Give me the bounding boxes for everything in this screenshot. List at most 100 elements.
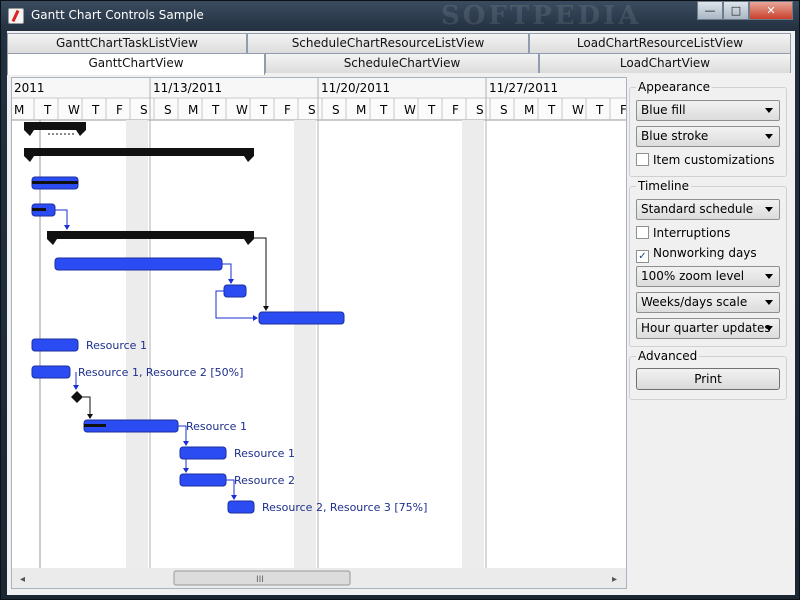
day-label: T	[259, 103, 268, 117]
day-label: M	[356, 103, 366, 117]
week-label: 11/20/2011	[321, 81, 390, 95]
day-label: S	[476, 103, 484, 117]
appearance-title: Appearance	[636, 80, 713, 94]
updates-select-value: Hour quarter updates	[641, 321, 771, 335]
scroll-right-button[interactable]: ▸	[612, 574, 617, 585]
resource-label: Resource 1	[86, 339, 147, 352]
schedule-select-value: Standard schedule	[641, 202, 754, 216]
item-customizations-checkbox[interactable]: Item customizations	[636, 153, 775, 167]
day-label: W	[572, 103, 584, 117]
day-label: T	[91, 103, 100, 117]
summary-bar	[24, 122, 86, 136]
stroke-select-value: Blue stroke	[641, 129, 709, 143]
task-bar	[227, 500, 255, 514]
day-label: F	[452, 103, 459, 117]
scale-select[interactable]: Weeks/days scale	[636, 292, 780, 313]
weekend-shade	[462, 120, 484, 568]
title-bar[interactable]: Gantt Chart Controls Sample SOFTPEDIA — …	[1, 1, 799, 31]
app-window: Gantt Chart Controls Sample SOFTPEDIA — …	[0, 0, 800, 600]
day-header	[12, 98, 626, 120]
week-label: 11/27/2011	[489, 81, 558, 95]
nonworking-days-checkbox[interactable]: ✓ Nonworking days	[636, 246, 757, 263]
week-label: 11/13/2011	[153, 81, 222, 95]
schedule-select[interactable]: Standard schedule	[636, 199, 780, 220]
timeline-title: Timeline	[636, 179, 692, 193]
day-label: T	[43, 103, 52, 117]
fill-select[interactable]: Blue fill	[636, 100, 780, 121]
options-panel: Appearance Blue fill Blue stroke Item cu…	[629, 77, 793, 589]
day-label: M	[188, 103, 198, 117]
milestone-diamond	[71, 391, 83, 403]
dropdown-arrow-icon	[765, 300, 773, 305]
fill-select-value: Blue fill	[641, 103, 686, 117]
checkbox-label: Item customizations	[653, 153, 775, 167]
day-label: S	[140, 103, 148, 117]
tab-row-2: GanttChartView ScheduleChartView LoadCha…	[7, 53, 791, 75]
scale-select-value: Weeks/days scale	[641, 295, 748, 309]
task-bar	[258, 311, 345, 325]
day-label: T	[211, 103, 220, 117]
timeline-group: Timeline Standard schedule Interruptions…	[629, 179, 787, 347]
print-button[interactable]: Print	[636, 368, 780, 390]
advanced-title: Advanced	[636, 349, 700, 363]
checkbox-box[interactable]	[636, 153, 649, 166]
gantt-chart[interactable]: 2011 11/13/2011 11/20/2011 11/27/2011 MT…	[12, 78, 627, 589]
day-label: F	[116, 103, 123, 117]
tab-row-1: GanttChartTaskListView ScheduleChartReso…	[7, 33, 791, 53]
app-icon	[8, 8, 24, 24]
tab-load-chart-view[interactable]: LoadChartView	[539, 53, 791, 73]
day-label: F	[284, 103, 291, 117]
dropdown-arrow-icon	[765, 326, 773, 331]
checkbox-box[interactable]	[636, 226, 649, 239]
stroke-select[interactable]: Blue stroke	[636, 126, 780, 147]
day-label: F	[620, 103, 627, 117]
interruptions-checkbox[interactable]: Interruptions	[636, 226, 730, 240]
zoom-select-value: 100% zoom level	[641, 269, 745, 283]
updates-select[interactable]: Hour quarter updates	[636, 318, 780, 339]
tab-gantt-chart-view[interactable]: GanttChartView	[7, 53, 265, 75]
checkbox-label: Nonworking days	[653, 246, 757, 260]
maximize-button[interactable]: □	[723, 1, 749, 20]
appearance-group: Appearance Blue fill Blue stroke Item cu…	[629, 80, 787, 177]
day-label: W	[236, 103, 248, 117]
day-label: M	[524, 103, 534, 117]
resource-label: Resource 1	[234, 447, 295, 460]
minimize-button[interactable]: —	[697, 1, 723, 20]
day-label: S	[332, 103, 340, 117]
dropdown-arrow-icon	[765, 134, 773, 139]
resource-label: Resource 2	[234, 474, 295, 487]
tab-gantt-task-list[interactable]: GanttChartTaskListView	[7, 33, 247, 53]
task-bar	[54, 257, 223, 271]
resource-label: Resource 1	[186, 420, 247, 433]
day-label: S	[500, 103, 508, 117]
day-label: M	[14, 103, 24, 117]
day-label: T	[547, 103, 556, 117]
week-label: 2011	[14, 81, 45, 95]
day-label: T	[379, 103, 388, 117]
window-title: Gantt Chart Controls Sample	[31, 8, 204, 22]
zoom-select[interactable]: 100% zoom level	[636, 266, 780, 287]
tab-schedule-chart-view[interactable]: ScheduleChartView	[265, 53, 539, 73]
task-bar	[179, 446, 227, 460]
day-label: W	[68, 103, 80, 117]
task-bar	[223, 284, 247, 298]
resource-label: Resource 1, Resource 2 [50%]	[78, 366, 243, 379]
scroll-grip: III	[256, 575, 264, 585]
close-button[interactable]: ✕	[749, 1, 793, 20]
task-bar	[179, 473, 227, 487]
watermark: SOFTPEDIA	[441, 1, 642, 31]
client-area: GanttChartTaskListView ScheduleChartReso…	[7, 31, 795, 595]
day-label: S	[308, 103, 316, 117]
task-bar	[31, 338, 79, 352]
dropdown-arrow-icon	[765, 108, 773, 113]
scroll-left-button[interactable]: ◂	[20, 574, 25, 585]
tab-schedule-resource-list[interactable]: ScheduleChartResourceListView	[247, 33, 529, 53]
day-label: W	[404, 103, 416, 117]
resource-label: Resource 2, Resource 3 [75%]	[262, 501, 427, 514]
dropdown-arrow-icon	[765, 207, 773, 212]
checkmark-icon[interactable]: ✓	[636, 250, 649, 263]
gantt-chart-area[interactable]: 2011 11/13/2011 11/20/2011 11/27/2011 MT…	[11, 77, 627, 589]
tab-load-resource-list[interactable]: LoadChartResourceListView	[529, 33, 791, 53]
day-label: T	[427, 103, 436, 117]
advanced-group: Advanced Print	[629, 349, 787, 400]
